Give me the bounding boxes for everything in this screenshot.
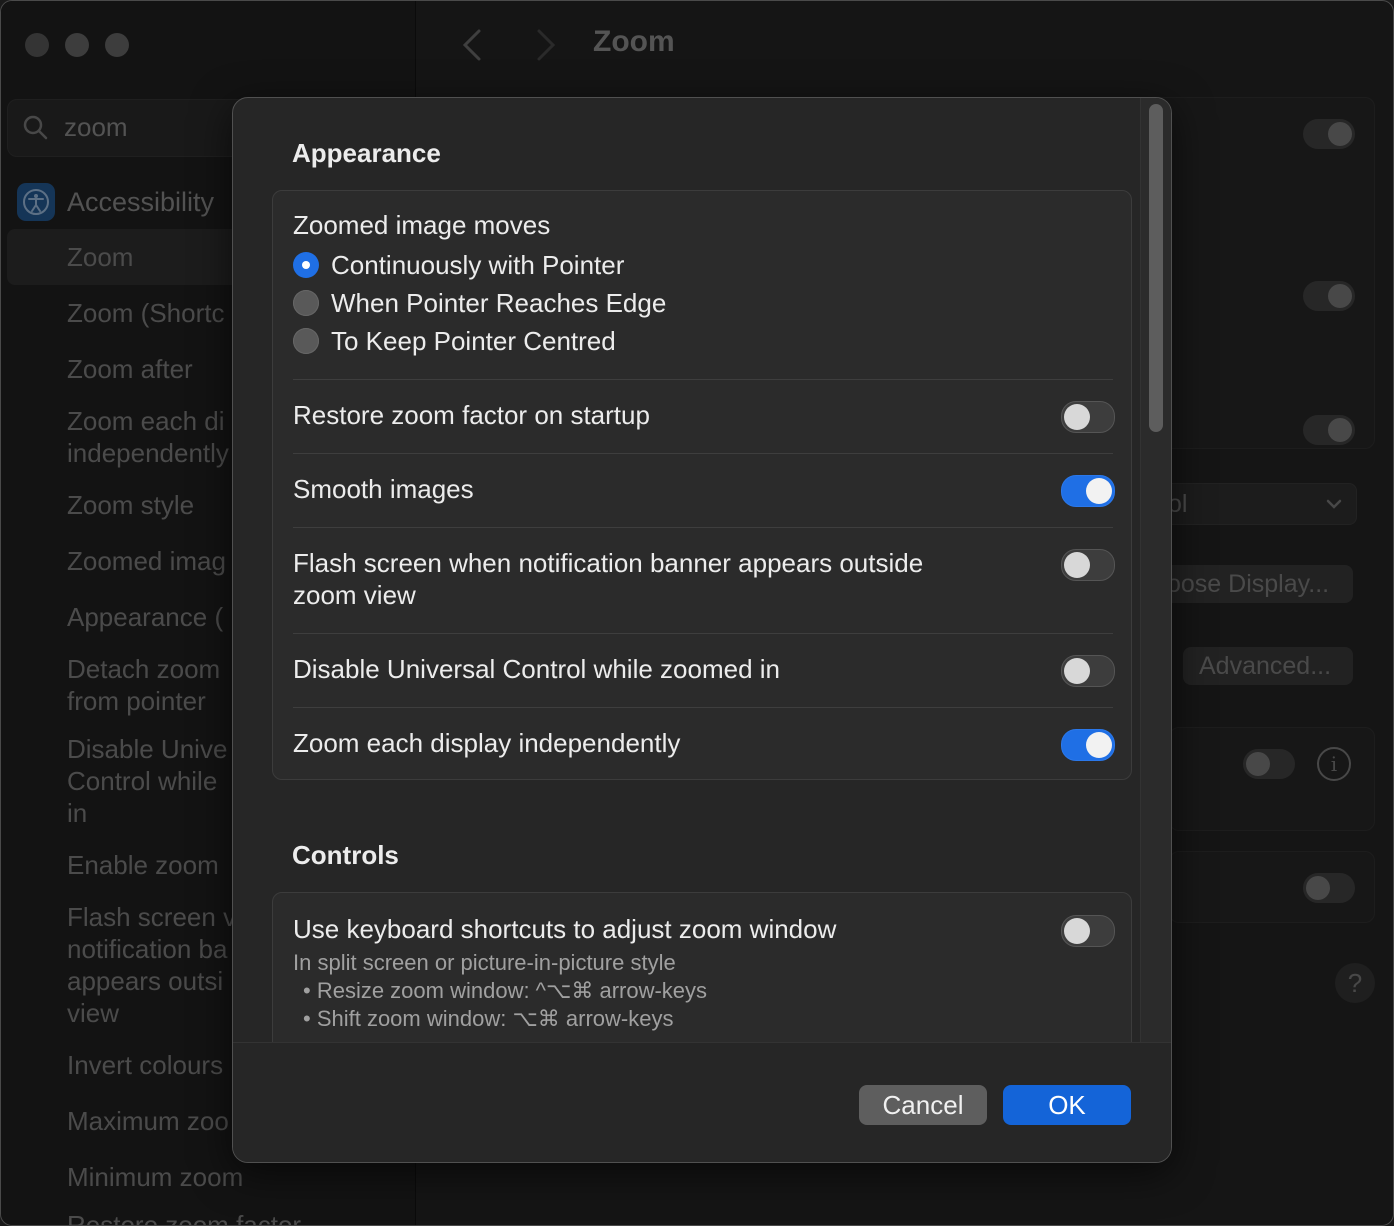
toggle-knob <box>1064 918 1090 944</box>
divider <box>293 633 1113 634</box>
toggle-knob <box>1064 552 1090 578</box>
toggle-knob <box>1064 404 1090 430</box>
controls-section-title: Controls <box>292 840 399 870</box>
ok-button[interactable]: OK <box>1003 1085 1131 1125</box>
restore-zoom-label: Restore zoom factor on startup <box>293 400 650 430</box>
keyboard-shortcuts-label: Use keyboard shortcuts to adjust zoom wi… <box>293 914 837 944</box>
zoom-advanced-sheet: Appearance Zoomed image moves Continuous… <box>232 97 1172 1163</box>
radio-button-selected[interactable] <box>293 252 319 278</box>
toggle-knob <box>1064 658 1090 684</box>
restore-zoom-toggle[interactable] <box>1061 401 1115 433</box>
divider <box>293 453 1113 454</box>
flash-screen-toggle[interactable] <box>1061 549 1115 581</box>
flash-screen-label: Flash screen when notification banner ap… <box>293 548 924 578</box>
shortcut-bullet-resize: • Resize zoom window: ^⌥⌘ arrow-keys <box>303 978 708 1003</box>
smooth-images-label: Smooth images <box>293 474 474 504</box>
zoomed-image-moves-label: Zoomed image moves <box>293 210 551 240</box>
sheet-scroll-area[interactable]: Appearance Zoomed image moves Continuous… <box>233 98 1171 1042</box>
appearance-group: Zoomed image moves Continuously with Poi… <box>272 190 1132 780</box>
scrollbar-thumb[interactable] <box>1149 104 1163 432</box>
radio-continuously-with-pointer[interactable]: Continuously with Pointer <box>293 247 624 283</box>
zoom-each-display-label: Zoom each display independently <box>293 728 681 758</box>
sheet-footer: Cancel OK <box>233 1042 1171 1162</box>
radio-label: To Keep Pointer Centred <box>331 325 616 356</box>
settings-window: zoom Accessibility Zoom Zoom (Shortc Zoo… <box>0 0 1394 1226</box>
radio-when-pointer-reaches-edge[interactable]: When Pointer Reaches Edge <box>293 285 666 321</box>
shortcut-bullet-shift: • Shift zoom window: ⌥⌘ arrow-keys <box>303 1006 674 1031</box>
toggle-knob <box>1086 478 1112 504</box>
divider <box>293 707 1113 708</box>
disable-universal-control-label: Disable Universal Control while zoomed i… <box>293 654 780 684</box>
keyboard-shortcuts-toggle[interactable] <box>1061 915 1115 947</box>
radio-button[interactable] <box>293 290 319 316</box>
radio-label: When Pointer Reaches Edge <box>331 287 667 318</box>
flash-screen-label-line2: zoom view <box>293 580 416 610</box>
divider <box>293 527 1113 528</box>
radio-button[interactable] <box>293 328 319 354</box>
zoom-each-display-toggle[interactable] <box>1061 729 1115 761</box>
cancel-button[interactable]: Cancel <box>859 1085 987 1125</box>
smooth-images-toggle[interactable] <box>1061 475 1115 507</box>
controls-group: Use keyboard shortcuts to adjust zoom wi… <box>272 892 1132 1042</box>
disable-universal-control-toggle[interactable] <box>1061 655 1115 687</box>
keyboard-shortcuts-description: In split screen or picture-in-picture st… <box>293 950 676 975</box>
radio-keep-pointer-centred[interactable]: To Keep Pointer Centred <box>293 323 616 359</box>
toggle-knob <box>1086 732 1112 758</box>
appearance-section-title: Appearance <box>292 138 441 168</box>
scrollbar[interactable] <box>1140 98 1171 1042</box>
divider <box>293 379 1113 380</box>
radio-label: Continuously with Pointer <box>331 249 625 280</box>
